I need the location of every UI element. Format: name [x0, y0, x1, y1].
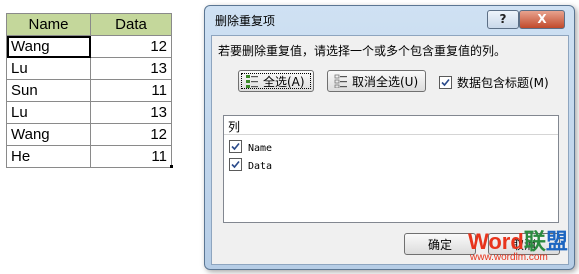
- name-cell[interactable]: Wang: [6, 123, 91, 146]
- data-cell[interactable]: 11: [90, 79, 172, 102]
- site-watermark: Word联盟 www.wordlm.com: [468, 224, 578, 272]
- data-cell[interactable]: 12: [90, 123, 172, 146]
- column-label: Name: [248, 143, 273, 154]
- dialog-titlebar[interactable]: 删除重复项 ? X: [205, 6, 574, 34]
- close-icon: X: [537, 12, 547, 26]
- columns-listbox[interactable]: 列 Name Data: [223, 115, 559, 223]
- table-row: Wang 12: [6, 123, 172, 146]
- dialog-title: 删除重复项: [215, 14, 276, 28]
- watermark-meng: 盟: [545, 229, 568, 254]
- data-has-headers-checkbox[interactable]: 数据包含标题(M): [439, 74, 549, 91]
- data-has-headers-label: 数据包含标题(M): [457, 76, 549, 90]
- ok-label: 确定: [427, 238, 452, 252]
- watermark-word: Word: [468, 229, 524, 254]
- name-cell[interactable]: Sun: [6, 79, 91, 102]
- unselect-all-button[interactable]: 取消全选(U): [327, 70, 426, 92]
- checkbox-icon[interactable]: [229, 158, 242, 171]
- table-row: Lu 13: [6, 101, 172, 124]
- table-row: He 11: [6, 145, 172, 168]
- spreadsheet-table: Name Data Wang 12 Lu 13 Sun 11 Lu 13 Wan…: [6, 13, 172, 168]
- data-cell[interactable]: 12: [90, 35, 172, 58]
- instruction-text: 若要删除重复值，请选择一个或多个包含重复值的列。: [218, 44, 507, 58]
- data-cell[interactable]: 13: [90, 57, 172, 80]
- checkbox-icon[interactable]: [229, 140, 242, 153]
- table-row: Lu 13: [6, 57, 172, 80]
- list-item-data[interactable]: Data: [229, 158, 272, 172]
- data-cell[interactable]: 11: [90, 145, 172, 168]
- watermark-url: www.wordlm.com: [470, 252, 548, 263]
- list-item-name[interactable]: Name: [229, 140, 272, 154]
- header-row: Name Data: [6, 13, 172, 36]
- checkbox-icon[interactable]: [439, 76, 452, 89]
- unselect-all-label: 取消全选(U): [352, 75, 419, 89]
- column-label: Data: [248, 161, 273, 172]
- select-all-label: 全选(A): [263, 75, 305, 89]
- table-row: Sun 11: [6, 79, 172, 102]
- unselect-all-icon: [334, 74, 347, 88]
- column-header-data[interactable]: Data: [90, 13, 172, 36]
- help-icon: ?: [499, 12, 507, 26]
- watermark-lian: 联: [523, 229, 546, 254]
- fill-handle[interactable]: [170, 165, 173, 168]
- ok-button[interactable]: 确定: [404, 233, 476, 255]
- close-button[interactable]: X: [519, 10, 565, 29]
- select-all-icon: [246, 75, 258, 88]
- name-cell[interactable]: Wang: [6, 35, 91, 58]
- name-cell[interactable]: He: [6, 145, 91, 168]
- help-button[interactable]: ?: [487, 10, 519, 29]
- list-header: 列: [224, 116, 558, 135]
- list-header-label: 列: [228, 120, 241, 134]
- table-row: Wang 12: [6, 35, 172, 58]
- name-cell[interactable]: Lu: [6, 57, 91, 80]
- data-cell[interactable]: 13: [90, 101, 172, 124]
- column-header-name[interactable]: Name: [6, 13, 91, 36]
- select-all-button[interactable]: 全选(A): [238, 70, 314, 92]
- name-cell[interactable]: Lu: [6, 101, 91, 124]
